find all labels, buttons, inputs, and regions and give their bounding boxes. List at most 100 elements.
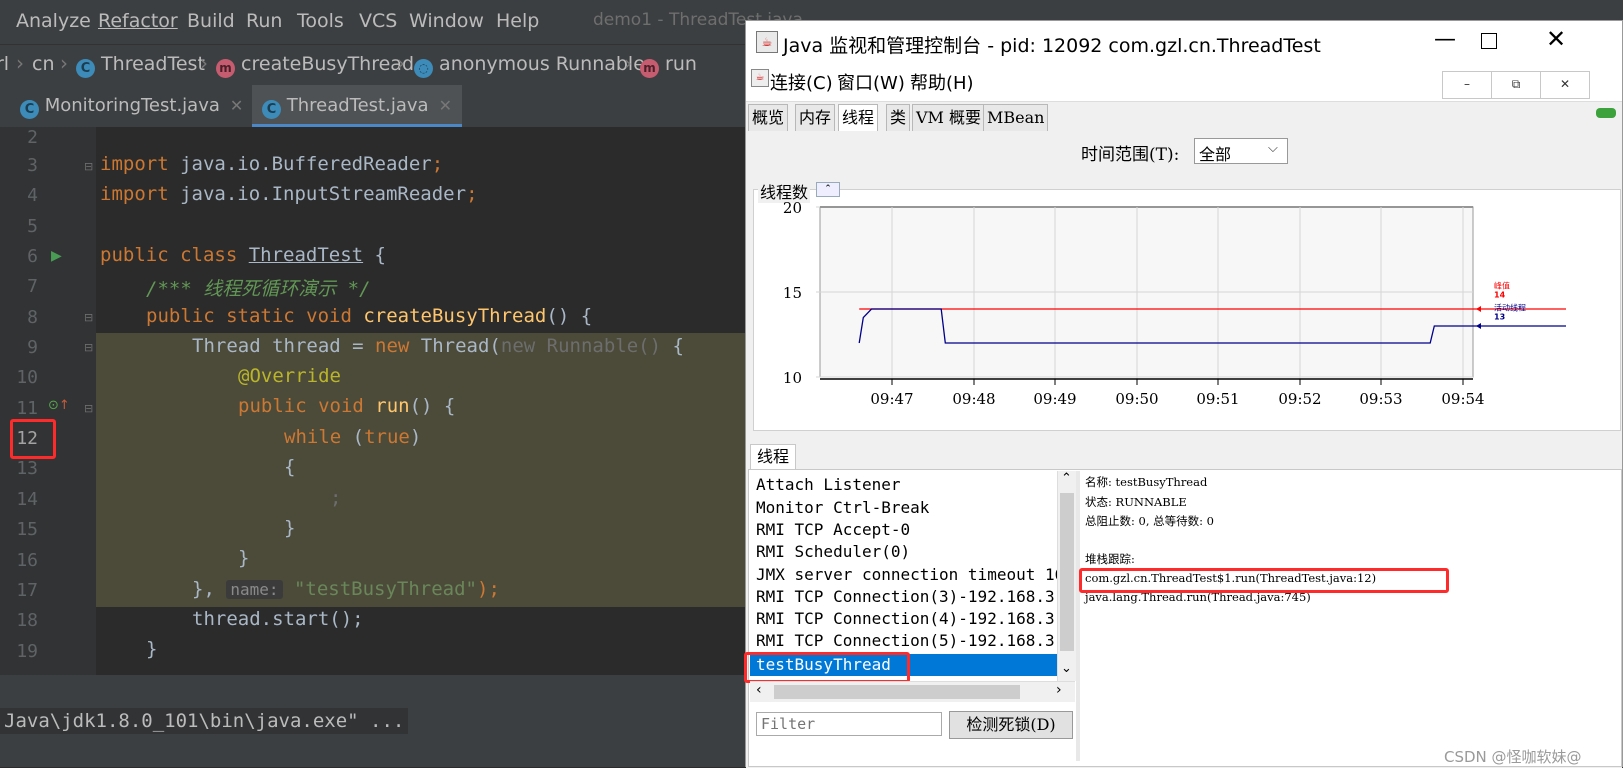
menu-analyze[interactable]: Analyze — [16, 10, 91, 32]
menu-help[interactable]: Help — [496, 10, 539, 32]
menu-connection[interactable]: 连接(C) — [770, 69, 833, 95]
scroll-down-icon[interactable]: ⌄ — [1061, 661, 1072, 676]
menu-build[interactable]: Build — [187, 10, 235, 32]
split-pane-divider[interactable] — [1076, 471, 1080, 761]
tab-mbean[interactable]: MBean — [983, 104, 1049, 131]
tab-memory[interactable]: 内存 — [795, 104, 836, 131]
menu-help[interactable]: 帮助(H) — [910, 69, 974, 95]
fold-icon[interactable]: ⊟ — [84, 311, 93, 324]
breadcrumb-item-method[interactable]: m run — [640, 53, 697, 78]
menu-refactor[interactable]: Refactor — [98, 10, 178, 32]
code-line-16: } — [238, 547, 250, 569]
run-command-line: Java\jdk1.8.0_101\bin\java.exe" ... — [0, 708, 409, 734]
chevron-right-icon: › — [16, 51, 24, 75]
scroll-left-icon[interactable]: ‹ — [756, 682, 762, 698]
x-tick-label: 09:47 — [870, 390, 913, 408]
menu-tools[interactable]: Tools — [297, 10, 344, 32]
scroll-up-icon[interactable]: ⌃ — [1061, 471, 1072, 486]
menu-window[interactable]: Window — [409, 10, 484, 32]
breadcrumb-label: anonymous Runnable — [439, 53, 645, 75]
fold-icon[interactable]: ⊟ — [84, 402, 93, 415]
tab-classes[interactable]: 类 — [886, 104, 911, 131]
tab-threads[interactable]: 线程 — [838, 104, 879, 131]
y-tick-label: 10 — [783, 369, 802, 387]
x-tick-label: 09:51 — [1196, 390, 1239, 408]
maximize-icon[interactable] — [1481, 33, 1497, 49]
thread-block-wait-counts: 总阻止数: 0, 总等待数: 0 — [1085, 514, 1215, 528]
legend-series-value: 13 — [1494, 313, 1505, 322]
thread-list[interactable]: Attach Listener Monitor Ctrl-Break RMI T… — [750, 471, 1057, 681]
menu-vcs[interactable]: VCS — [359, 10, 397, 32]
close-icon[interactable]: ✕ — [230, 96, 243, 115]
internal-close-button[interactable]: ✕ — [1540, 71, 1590, 99]
thread-list-item[interactable]: Attach Listener — [756, 475, 901, 494]
breadcrumb-item-anonymous[interactable]: ◌ anonymous Runnable — [414, 53, 645, 78]
thread-list-item[interactable]: RMI TCP Accept-0 — [756, 520, 910, 539]
code-line-19: } — [146, 638, 158, 660]
tab-threadtest[interactable]: C ThreadTest.java ✕ — [252, 85, 462, 127]
line-number: 15 — [16, 519, 38, 540]
anonymous-block-highlight — [96, 333, 760, 607]
tab-overview[interactable]: 概览 — [748, 104, 789, 131]
anonymous-class-icon: ◌ — [414, 59, 433, 78]
breadcrumb-label: run — [665, 53, 697, 75]
thread-list-horizontal-scrollbar[interactable]: ‹ › — [750, 681, 1075, 702]
thread-list-item[interactable]: RMI TCP Connection(4)-192.168.3.25 — [756, 609, 1057, 628]
y-tick-label: 20 — [783, 201, 802, 217]
code-line-3: import java.io.BufferedReader; — [100, 153, 444, 175]
internal-restore-button[interactable]: ⧉ — [1491, 71, 1541, 99]
x-tick-label: 09:50 — [1115, 390, 1158, 408]
editor-tabs: C MonitoringTest.java ✕ C ThreadTest.java… — [0, 85, 760, 128]
thread-list-item[interactable]: JMX server connection timeout 16 — [756, 565, 1057, 584]
code-line-14: ; — [330, 487, 342, 509]
code-editor[interactable]: import java.io.BufferedReader; import ja… — [96, 127, 760, 675]
close-icon[interactable]: ✕ — [1546, 25, 1566, 53]
scrollbar-thumb[interactable] — [1060, 493, 1074, 651]
override-gutter-icon[interactable]: ⊙↑ — [48, 398, 70, 413]
line-number: 8 — [27, 307, 38, 328]
threads-section-tab[interactable]: 线程 — [750, 444, 797, 469]
close-icon[interactable]: ✕ — [439, 96, 452, 115]
line-number: 9 — [27, 337, 38, 358]
breadcrumb-item[interactable]: cn — [32, 53, 55, 75]
class-icon: C — [262, 100, 281, 119]
stack-trace-label: 堆栈跟踪: — [1085, 552, 1135, 566]
code-line-17: }, name: "testBusyThread"); — [192, 578, 500, 600]
line-number: 13 — [16, 458, 38, 479]
menu-window[interactable]: 窗口(W) — [837, 69, 905, 95]
x-tick-label: 09:53 — [1359, 390, 1402, 408]
tab-monitoringtest[interactable]: C MonitoringTest.java ✕ — [20, 85, 243, 127]
fold-icon[interactable]: ⊟ — [84, 160, 93, 173]
minimize-icon[interactable]: — — [1434, 27, 1456, 52]
breadcrumb-item-method[interactable]: m createBusyThread — [216, 53, 414, 78]
fold-icon[interactable]: ⊟ — [84, 341, 93, 354]
chevron-right-icon: › — [60, 51, 68, 75]
breadcrumb-item-class[interactable]: C ThreadTest — [76, 53, 205, 78]
scrollbar-thumb[interactable] — [774, 685, 1020, 699]
class-icon: C — [20, 100, 39, 119]
filter-input[interactable] — [756, 712, 942, 736]
x-tick-label: 09:48 — [952, 390, 995, 408]
code-line-18: thread.start(); — [192, 608, 364, 630]
code-line-7: /*** 线程死循环演示 */ — [146, 278, 371, 300]
time-range-select[interactable]: 全部 ⌵ — [1194, 138, 1288, 164]
thread-state: 状态: RUNNABLE — [1085, 495, 1187, 509]
breadcrumb-label: createBusyThread — [241, 53, 415, 75]
thread-list-item[interactable]: RMI TCP Connection(3)-192.168.3.25 — [756, 587, 1057, 606]
jconsole-titlebar: ☕ Java 监视和管理控制台 - pid: 12092 com.gzl.cn.… — [746, 21, 1622, 63]
thread-list-item[interactable]: Monitor Ctrl-Break — [756, 498, 929, 517]
scroll-right-icon[interactable]: › — [1056, 682, 1062, 698]
tab-vm-summary[interactable]: VM 概要 — [912, 104, 986, 131]
chevron-right-icon: › — [200, 51, 208, 75]
breadcrumb-item[interactable]: rl — [0, 53, 9, 75]
menu-run[interactable]: Run — [246, 10, 282, 32]
run-gutter-icon[interactable]: ▶ — [51, 248, 62, 264]
line-number: 19 — [16, 641, 38, 662]
collapse-icon[interactable]: ⌃ — [816, 182, 840, 197]
detect-deadlock-button[interactable]: 检测死锁(D) — [949, 711, 1073, 739]
thread-list-item[interactable]: RMI Scheduler(0) — [756, 542, 910, 561]
thread-list-item[interactable]: RMI TCP Connection(5)-192.168.3.25 — [756, 631, 1057, 650]
internal-minimize-button[interactable]: – — [1442, 71, 1492, 99]
x-tick-label: 09:49 — [1033, 390, 1076, 408]
thread-list-vertical-scrollbar[interactable]: ⌃ ⌄ — [1057, 471, 1076, 681]
